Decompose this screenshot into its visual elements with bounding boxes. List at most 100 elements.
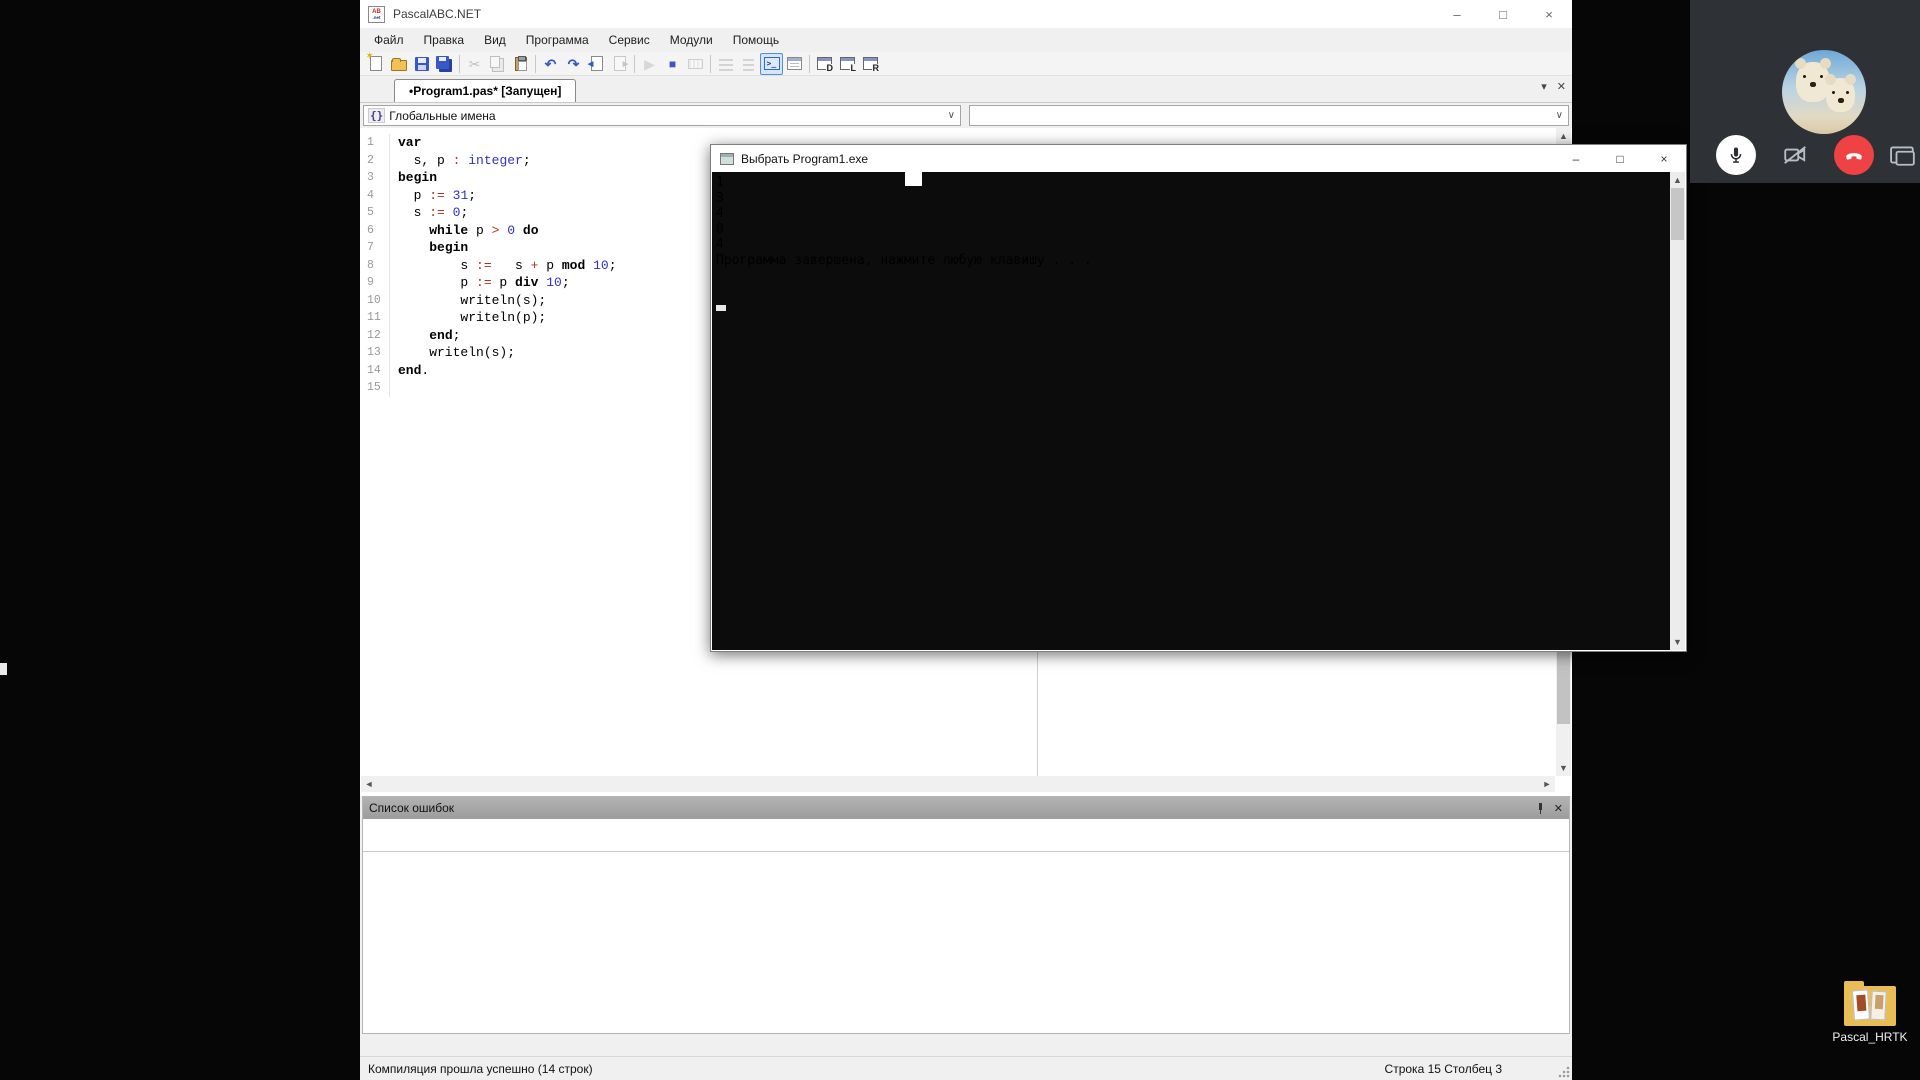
code-token: writeln(p); bbox=[398, 310, 547, 325]
window-controls: – □ × bbox=[1434, 0, 1572, 28]
chevron-down-icon[interactable]: ∨ bbox=[1556, 110, 1563, 121]
console-output[interactable]: 1 3 4 0 4 Программа завершена, нажмите любую … bbox=[712, 172, 1670, 650]
save-all-button[interactable] bbox=[433, 53, 456, 75]
screen-share-button[interactable] bbox=[1886, 135, 1920, 175]
paste-button[interactable] bbox=[509, 53, 532, 75]
scroll-left-icon[interactable]: ◄ bbox=[361, 776, 377, 792]
console-line: 1 bbox=[716, 175, 724, 190]
chevron-down-icon[interactable]: ∨ bbox=[948, 110, 955, 121]
undo-button[interactable]: ↶ bbox=[539, 53, 562, 75]
scroll-up-icon[interactable]: ▲ bbox=[1556, 128, 1571, 144]
menu-item-сервис[interactable]: Сервис bbox=[599, 28, 660, 52]
cut-button[interactable]: ✂ bbox=[463, 53, 486, 75]
menu-item-правка[interactable]: Правка bbox=[414, 28, 475, 52]
code-text: p := p div 10; bbox=[390, 274, 570, 292]
close-icon[interactable]: × bbox=[1526, 0, 1572, 28]
goto-definition-button[interactable]: ◄ bbox=[585, 53, 608, 75]
scope-combobox[interactable]: {} Глобальные имена ∨ bbox=[363, 105, 961, 126]
braces-icon: {} bbox=[368, 108, 386, 123]
close-icon[interactable]: × bbox=[1642, 145, 1686, 172]
tab-program1[interactable]: •Program1.pas* [Запущен] bbox=[394, 79, 577, 102]
scroll-up-icon[interactable]: ▲ bbox=[1670, 172, 1685, 188]
resize-grip-icon[interactable] bbox=[1558, 1066, 1570, 1078]
code-token: writeln(s); bbox=[398, 345, 516, 360]
code-token: s bbox=[398, 205, 430, 220]
console-scrollbar[interactable]: ▲ ▼ bbox=[1670, 172, 1685, 650]
window-r-button[interactable]: R bbox=[859, 53, 882, 75]
code-text: var bbox=[390, 134, 421, 152]
console-window-title: Выбрать Program1.exe bbox=[741, 151, 869, 166]
line-number: 1 bbox=[360, 134, 390, 152]
close-icon[interactable]: ✕ bbox=[1554, 802, 1563, 815]
desktop-folder-pascal-hrtk[interactable]: Pascal_HRTK bbox=[1822, 981, 1918, 1044]
save-button[interactable] bbox=[410, 53, 433, 75]
menu-item-модули[interactable]: Модули bbox=[660, 28, 723, 52]
scroll-right-icon[interactable]: ► bbox=[1539, 776, 1555, 792]
folder-label: Pascal_HRTK bbox=[1832, 1030, 1908, 1044]
scrollbar-thumb[interactable] bbox=[1671, 188, 1684, 240]
maximize-icon[interactable]: □ bbox=[1480, 0, 1526, 28]
code-token: while bbox=[429, 222, 469, 238]
new-file-icon: ✶ bbox=[366, 51, 382, 71]
console-title-bar[interactable]: Выбрать Program1.exe – □ × bbox=[711, 145, 1686, 172]
stop-icon: ■ bbox=[668, 56, 677, 71]
menu-item-помощь[interactable]: Помощь bbox=[723, 28, 789, 52]
minimize-icon[interactable]: – bbox=[1554, 145, 1598, 172]
scrollbar-thumb[interactable] bbox=[1557, 652, 1570, 724]
compile-button[interactable] bbox=[684, 53, 707, 75]
code-text: end. bbox=[390, 362, 429, 380]
code-token: s bbox=[398, 257, 477, 273]
new-file-button[interactable]: ✶ bbox=[364, 51, 387, 75]
copy-button[interactable] bbox=[486, 53, 509, 75]
goto-back-button[interactable]: ► bbox=[608, 53, 631, 75]
tab-list-dropdown-icon[interactable]: ▾ bbox=[1541, 80, 1547, 93]
hang-up-button[interactable] bbox=[1834, 135, 1874, 175]
window-d-button[interactable]: D bbox=[813, 53, 836, 75]
format-outdent-button[interactable] bbox=[737, 53, 760, 75]
code-token: p bbox=[491, 275, 516, 290]
code-token: ; bbox=[468, 187, 477, 203]
stop-button[interactable]: ■ bbox=[661, 53, 684, 75]
code-text: s := s + p mod 10; bbox=[390, 257, 616, 275]
call-controls bbox=[1690, 135, 1920, 175]
line-number: 6 bbox=[360, 221, 390, 239]
line-number: 11 bbox=[360, 309, 390, 327]
microphone-button[interactable] bbox=[1716, 135, 1756, 175]
menu-item-файл[interactable]: Файл bbox=[364, 28, 414, 52]
code-token: ; bbox=[460, 205, 469, 220]
code-text: s := 0; bbox=[390, 204, 469, 222]
goto-back-icon: ► bbox=[613, 56, 631, 71]
minimize-icon[interactable]: – bbox=[1434, 0, 1480, 28]
code-text: begin bbox=[390, 239, 468, 257]
tab-close-icon[interactable]: ✕ bbox=[1557, 80, 1566, 93]
console-icon bbox=[720, 152, 734, 165]
code-token: ; bbox=[561, 275, 570, 290]
scroll-down-icon[interactable]: ▼ bbox=[1670, 634, 1685, 650]
menu-item-программа[interactable]: Программа bbox=[516, 28, 599, 52]
maximize-icon[interactable]: □ bbox=[1598, 145, 1642, 172]
toolbar-separator bbox=[459, 54, 460, 73]
code-text: begin bbox=[390, 169, 437, 187]
show-dialog-button[interactable] bbox=[783, 53, 806, 75]
run-icon: ▶ bbox=[644, 55, 655, 72]
format-indent-button[interactable] bbox=[714, 53, 737, 75]
code-token: end bbox=[398, 362, 422, 378]
pin-icon[interactable] bbox=[1537, 802, 1544, 814]
open-file-button[interactable] bbox=[387, 53, 410, 75]
member-combobox[interactable]: ∨ bbox=[969, 105, 1569, 126]
window-l-button[interactable]: L bbox=[836, 53, 859, 75]
camera-off-button[interactable] bbox=[1775, 135, 1815, 175]
line-number: 4 bbox=[360, 186, 390, 204]
line-number: 5 bbox=[360, 204, 390, 222]
title-bar: AB .net PascalABC.NET – □ × bbox=[360, 0, 1572, 28]
code-token: ; bbox=[522, 152, 531, 168]
scroll-down-icon[interactable]: ▼ bbox=[1556, 760, 1571, 776]
taskbar-hint bbox=[0, 663, 7, 675]
show-console-button[interactable]: >_ bbox=[760, 52, 783, 75]
menu-item-вид[interactable]: Вид bbox=[474, 28, 516, 52]
redo-button[interactable]: ↷ bbox=[562, 53, 585, 75]
editor-horizontal-scrollbar[interactable]: ◄ ► bbox=[361, 776, 1555, 792]
run-button[interactable]: ▶ bbox=[638, 53, 661, 75]
